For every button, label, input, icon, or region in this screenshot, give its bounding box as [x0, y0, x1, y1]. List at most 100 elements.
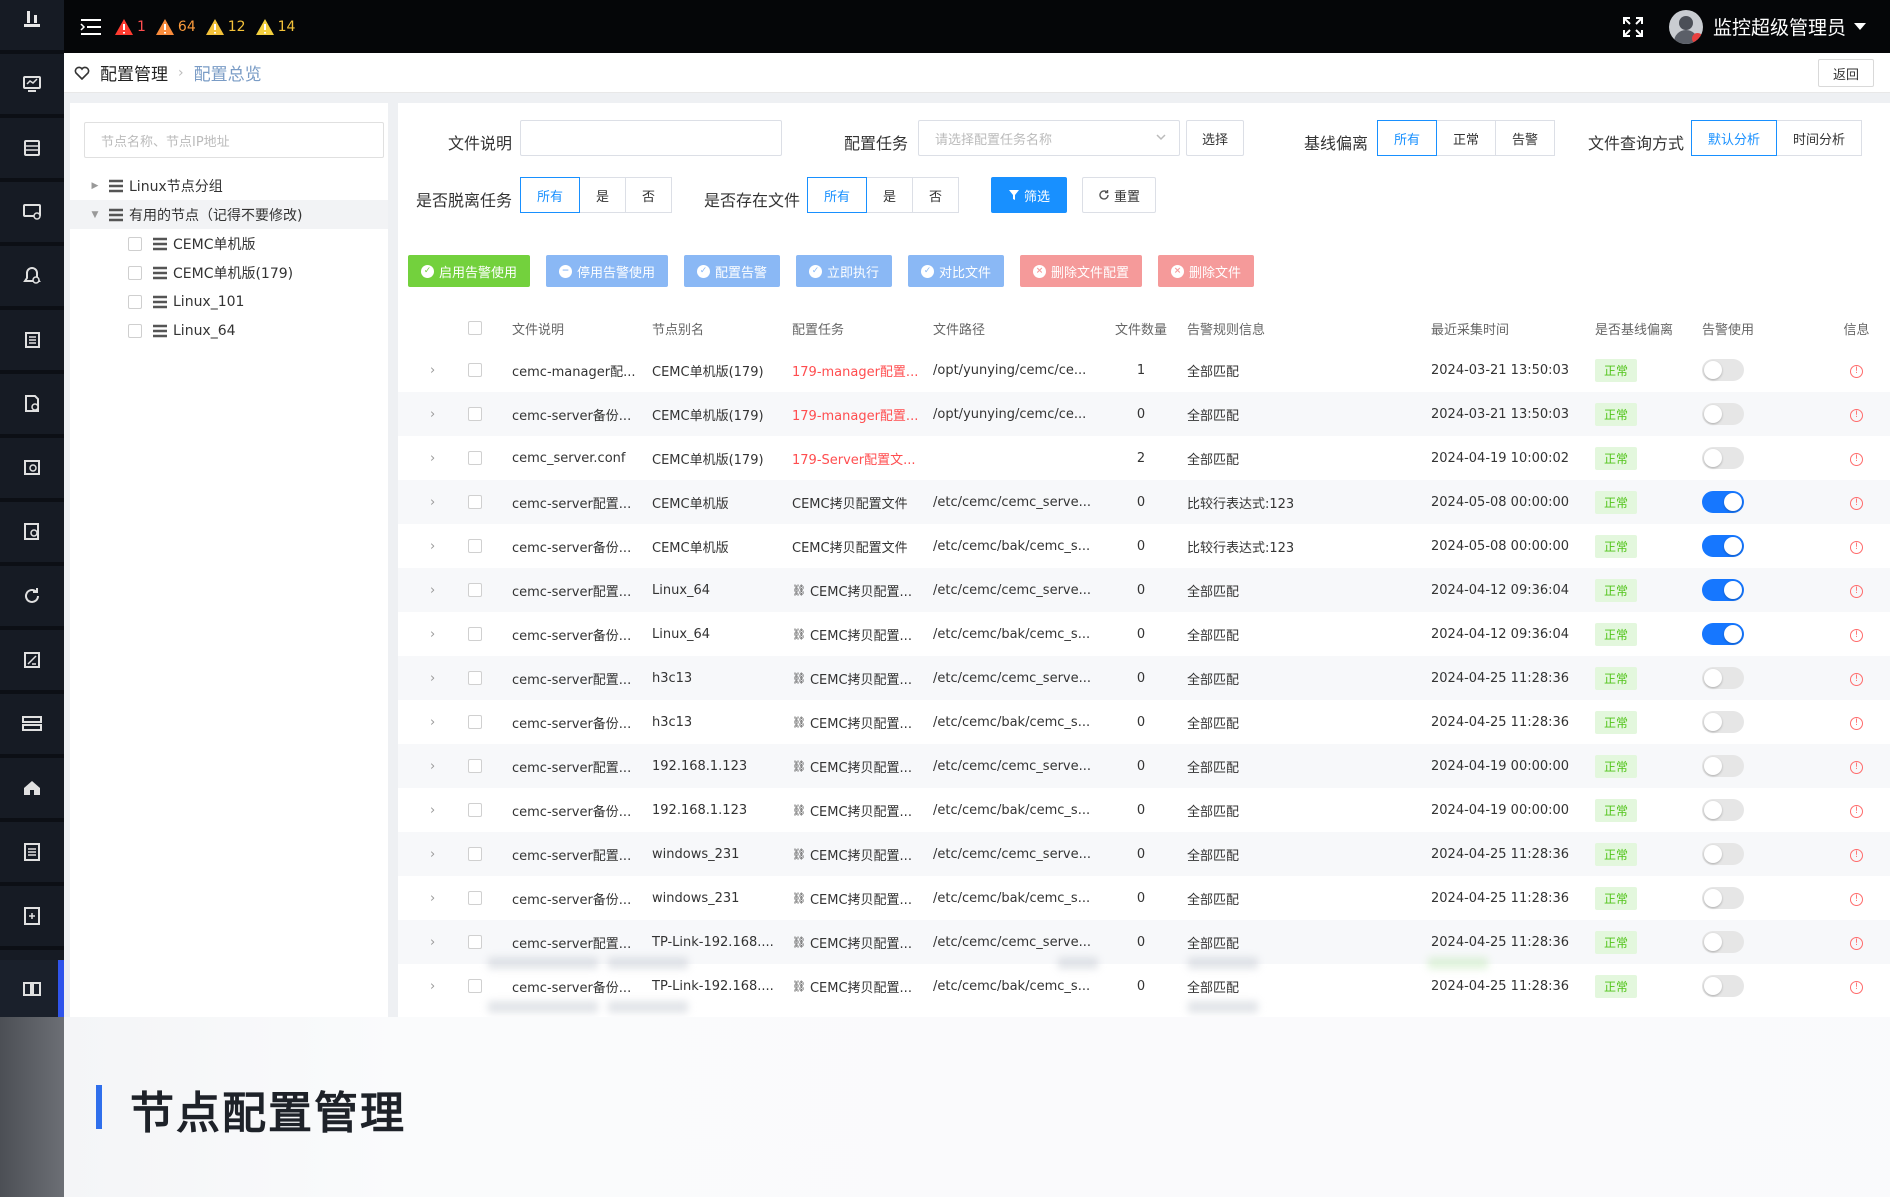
- info-icon[interactable]: !: [1850, 717, 1863, 730]
- col-baseline-deviation[interactable]: 是否基线偏离: [1589, 308, 1696, 348]
- cell-config-task[interactable]: ⛓ CEMC拷贝配置...: [786, 700, 927, 744]
- info-icon[interactable]: !: [1850, 585, 1863, 598]
- expand-row-icon[interactable]: ›: [430, 627, 435, 642]
- enable-alarm-button[interactable]: ✓ 启用告警使用: [408, 255, 530, 287]
- delete-file-config-button[interactable]: × 删除文件配置: [1020, 255, 1142, 287]
- expand-row-icon[interactable]: ›: [430, 539, 435, 554]
- cell-config-task[interactable]: ⛓ CEMC拷贝配置...: [786, 744, 927, 788]
- alarm-toggle[interactable]: [1702, 755, 1744, 777]
- alarm-toggle[interactable]: [1702, 843, 1744, 865]
- tree-node-linux-101[interactable]: Linux_101: [70, 287, 388, 316]
- alarm-toggle[interactable]: [1702, 799, 1744, 821]
- table-row[interactable]: › cemc-server备份... 192.168.1.123 ⛓ CEMC拷贝配置.…: [398, 788, 1890, 832]
- alarm-toggle[interactable]: [1702, 623, 1744, 645]
- delete-file-button[interactable]: × 删除文件: [1158, 255, 1254, 287]
- tools-icon[interactable]: [0, 630, 64, 690]
- select-button[interactable]: 选择: [1186, 120, 1244, 156]
- list-icon[interactable]: [0, 118, 64, 178]
- row-checkbox[interactable]: [468, 539, 482, 553]
- expand-row-icon[interactable]: ›: [430, 671, 435, 686]
- expand-row-icon[interactable]: ›: [430, 891, 435, 906]
- tree-node-checkbox[interactable]: [128, 323, 142, 338]
- config-alarm-button[interactable]: ✓ 配置告警: [684, 255, 780, 287]
- tree-node-checkbox[interactable]: [128, 294, 142, 309]
- table-row[interactable]: › cemc-server备份... CEMC单机版 CEMC拷贝配置文件/etc/c…: [398, 524, 1890, 568]
- alarm-settings-icon[interactable]: [0, 246, 64, 306]
- row-checkbox[interactable]: [468, 847, 482, 861]
- log-icon[interactable]: [0, 822, 64, 882]
- cell-config-task[interactable]: ⛓ CEMC拷贝配置...: [786, 656, 927, 700]
- disable-alarm-button[interactable]: − 停用告警使用: [546, 255, 668, 287]
- row-checkbox[interactable]: [468, 363, 482, 377]
- exists-option-no[interactable]: 否: [912, 177, 959, 213]
- book-icon[interactable]: [0, 960, 64, 1017]
- alert-major[interactable]: 64: [155, 18, 196, 36]
- alert-minor[interactable]: 12: [205, 18, 246, 36]
- info-icon[interactable]: !: [1850, 849, 1863, 862]
- col-file-count[interactable]: 文件数量: [1101, 308, 1181, 348]
- select-all-checkbox[interactable]: [468, 321, 482, 335]
- cell-config-task[interactable]: ⛓ CEMC拷贝配置...: [786, 568, 927, 612]
- alarm-toggle[interactable]: [1702, 667, 1744, 689]
- col-last-collect[interactable]: 最近采集时间: [1425, 308, 1589, 348]
- alert-warning[interactable]: 14: [255, 18, 295, 36]
- table-row[interactable]: › cemc-server备份... CEMC单机版(179) 179-manager…: [398, 392, 1890, 436]
- config-task-select[interactable]: 请选择配置任务名称: [918, 120, 1180, 156]
- tree-group-linux[interactable]: ▶ Linux节点分组: [70, 171, 388, 200]
- col-alarm-enabled[interactable]: 告警使用: [1696, 308, 1823, 348]
- alarm-toggle[interactable]: [1702, 491, 1744, 513]
- expand-row-icon[interactable]: ›: [430, 847, 435, 862]
- cell-config-task[interactable]: ⛓ CEMC拷贝配置...: [786, 876, 927, 920]
- table-row[interactable]: › cemc-server配置... Linux_64 ⛓ CEMC拷贝配置.../et…: [398, 568, 1890, 612]
- col-alarm-rule[interactable]: 告警规则信息: [1181, 308, 1425, 348]
- alarm-toggle[interactable]: [1702, 359, 1744, 381]
- tree-node-linux-64[interactable]: Linux_64: [70, 316, 388, 345]
- col-info[interactable]: 信息: [1823, 308, 1890, 348]
- alarm-toggle[interactable]: [1702, 887, 1744, 909]
- info-icon[interactable]: !: [1850, 805, 1863, 818]
- cell-config-task[interactable]: CEMC拷贝配置文件: [786, 524, 927, 568]
- row-checkbox[interactable]: [468, 495, 482, 509]
- expand-row-icon[interactable]: ›: [430, 363, 435, 378]
- row-checkbox[interactable]: [468, 759, 482, 773]
- table-row[interactable]: › cemc-server备份... windows_231 ⛓ CEMC拷贝配置...…: [398, 876, 1890, 920]
- cell-config-task[interactable]: ⛓ CEMC拷贝配置...: [786, 612, 927, 656]
- breadcrumb-root[interactable]: 配置管理: [100, 60, 168, 85]
- report-icon[interactable]: [0, 310, 64, 370]
- info-icon[interactable]: !: [1850, 453, 1863, 466]
- filter-button[interactable]: 筛选: [991, 177, 1067, 213]
- sync-icon[interactable]: [0, 566, 64, 626]
- home-icon[interactable]: [0, 758, 64, 818]
- table-row[interactable]: › cemc-server备份... h3c13 ⛓ CEMC拷贝配置... /etc/c…: [398, 700, 1890, 744]
- doc-check-icon[interactable]: [0, 502, 64, 562]
- expand-row-icon[interactable]: ›: [430, 407, 435, 422]
- row-checkbox[interactable]: [468, 671, 482, 685]
- expand-row-icon[interactable]: ›: [430, 715, 435, 730]
- caret-right-icon[interactable]: ▶: [90, 181, 100, 191]
- table-row[interactable]: › cemc-manager配... CEMC单机版(179) 179-manager…: [398, 348, 1890, 392]
- offline-option-no[interactable]: 否: [625, 177, 672, 213]
- expand-row-icon[interactable]: ›: [430, 495, 435, 510]
- offline-option-all[interactable]: 所有: [520, 177, 580, 213]
- col-file-desc[interactable]: 文件说明: [506, 308, 646, 348]
- table-row[interactable]: › cemc-server配置... h3c13 ⛓ CEMC拷贝配置.../etc/c…: [398, 656, 1890, 700]
- menu-toggle-icon[interactable]: [78, 15, 104, 39]
- back-button[interactable]: 返回: [1817, 59, 1874, 87]
- table-row[interactable]: › cemc-server配置... CEMC单机版 CEMC拷贝配置文件/etc/c…: [398, 480, 1890, 524]
- alarm-toggle[interactable]: [1702, 535, 1744, 557]
- tree-node-cemc[interactable]: CEMC单机版: [70, 229, 388, 258]
- exists-option-yes[interactable]: 是: [866, 177, 913, 213]
- alarm-toggle[interactable]: [1702, 579, 1744, 601]
- cell-config-task[interactable]: ⛓ CEMC拷贝配置...: [786, 788, 927, 832]
- file-desc-input[interactable]: [520, 120, 782, 156]
- tree-node-cemc-179[interactable]: CEMC单机版(179): [70, 258, 388, 287]
- row-checkbox[interactable]: [468, 583, 482, 597]
- alarm-toggle[interactable]: [1702, 403, 1744, 425]
- tree-group-useful[interactable]: ▼ 有用的节点（记得不要修改): [70, 200, 388, 229]
- cell-config-task[interactable]: ⛓ CEMC拷贝配置...: [786, 832, 927, 876]
- file-search-icon[interactable]: [0, 438, 64, 498]
- avatar[interactable]: [1668, 9, 1703, 44]
- caret-down-icon[interactable]: ▼: [90, 210, 100, 220]
- info-icon[interactable]: !: [1850, 893, 1863, 906]
- cell-config-task[interactable]: 179-manager配置...: [786, 392, 927, 436]
